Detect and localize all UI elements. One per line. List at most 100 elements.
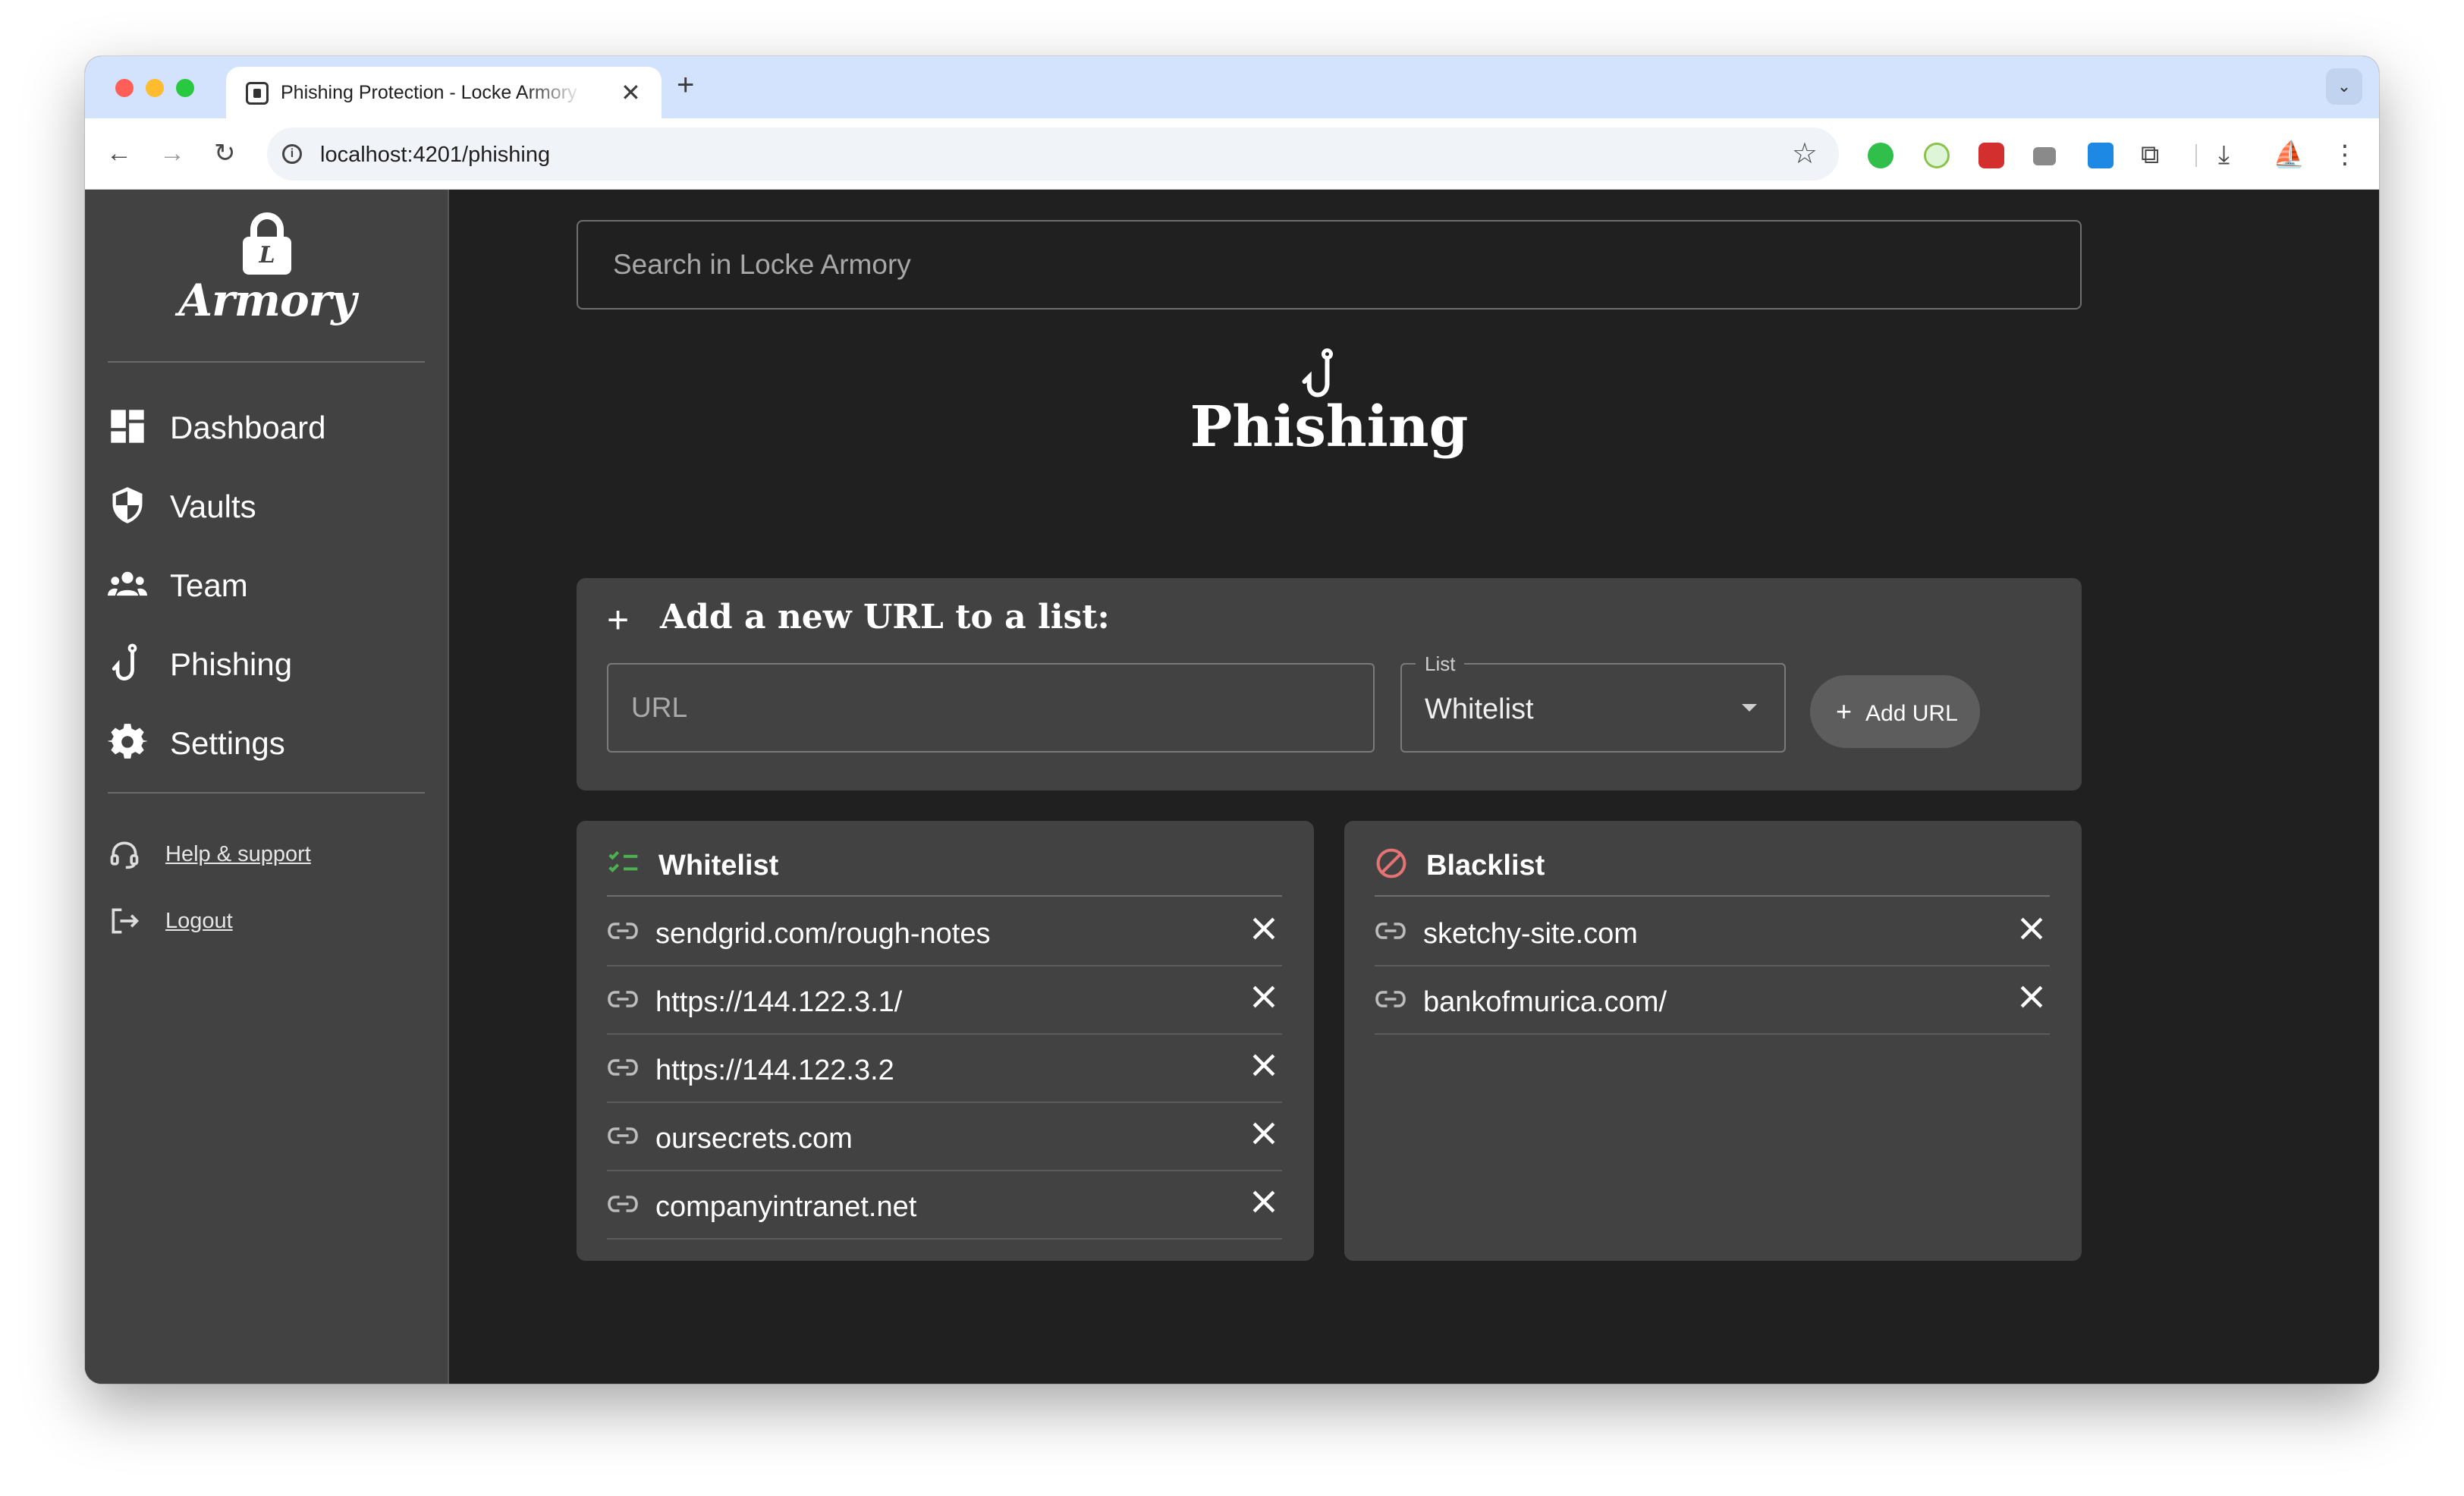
caret-down-icon xyxy=(1742,704,1757,712)
fishhook-icon xyxy=(112,643,137,680)
browser-tab[interactable]: Phishing Protection - Locke Armory ✕ xyxy=(226,67,662,118)
sidebar-divider xyxy=(108,361,425,363)
logo-text: Armory xyxy=(178,275,357,326)
extension-lock-icon[interactable] xyxy=(2088,143,2114,168)
sidebar-item-dashboard[interactable]: Dashboard xyxy=(108,399,426,452)
sidebar-item-label: Vaults xyxy=(170,489,256,524)
add-url-button[interactable]: + Add URL xyxy=(1810,675,1980,748)
padlock-icon: L xyxy=(243,212,291,275)
list-select-label: List xyxy=(1416,652,1465,676)
link-icon xyxy=(608,1127,638,1144)
list-item: sendgrid.com/rough-notes xyxy=(607,898,1282,966)
sidebar-item-phishing[interactable]: Phishing xyxy=(108,636,426,689)
list-item: bankofmurica.com/ xyxy=(1375,966,2050,1035)
address-url[interactable]: localhost:4201/phishing xyxy=(320,143,550,168)
gear-icon xyxy=(108,724,147,759)
logout-icon xyxy=(112,908,140,934)
list-item-url: https://144.122.3.2 xyxy=(655,1054,894,1086)
list-item-url: https://144.122.3.1/ xyxy=(655,986,903,1018)
puzzle-extensions-icon[interactable]: ⧉ xyxy=(2141,137,2159,173)
list-item: sketchy-site.com xyxy=(1375,898,2050,966)
list-item: https://144.122.3.1/ xyxy=(607,966,1282,1035)
link-icon xyxy=(608,1196,638,1212)
browser-window: Phishing Protection - Locke Armory ✕ + ⌄… xyxy=(85,56,2379,1384)
sidebar-item-label: Phishing xyxy=(170,646,293,682)
remove-icon[interactable] xyxy=(1247,912,1281,945)
whitelist-card: Whitelist sendgrid.com/rough-notes https… xyxy=(577,821,1314,1261)
help-support-link[interactable]: Help & support xyxy=(108,833,426,875)
tab-strip: Phishing Protection - Locke Armory ✕ + ⌄ xyxy=(85,56,2379,118)
headset-icon xyxy=(110,841,139,869)
tab-close-icon[interactable]: ✕ xyxy=(621,77,641,108)
address-bar[interactable]: i localhost:4201/phishing ☆ xyxy=(267,127,1839,181)
remove-icon[interactable] xyxy=(1247,980,1281,1014)
extension-shield-icon[interactable] xyxy=(1978,143,2004,168)
tab-search-dropdown[interactable]: ⌄ xyxy=(2326,68,2362,105)
close-window-button[interactable] xyxy=(115,79,134,97)
page-title: Phishing xyxy=(1190,394,1469,460)
plus-icon: + xyxy=(607,599,630,641)
tab-title: Phishing Protection - Locke Armory xyxy=(281,82,577,103)
browser-menu-icon[interactable]: ⋮ xyxy=(2332,137,2358,173)
link-icon xyxy=(608,922,638,939)
help-support-label: Help & support xyxy=(165,842,311,866)
add-url-heading: Add a new URL to a list: xyxy=(660,598,1110,636)
sidebar-item-settings[interactable]: Settings xyxy=(108,715,426,768)
logout-label: Logout xyxy=(165,909,233,933)
sidebar: L Armory Dashboard Vaults Team Phishing … xyxy=(85,190,449,1384)
remove-icon[interactable] xyxy=(1247,1185,1281,1218)
link-icon xyxy=(608,1059,638,1076)
back-button[interactable]: ← xyxy=(106,135,132,171)
sidebar-item-label: Team xyxy=(170,567,248,603)
sidebar-item-label: Settings xyxy=(170,725,285,761)
camera-icon[interactable] xyxy=(2033,147,2056,165)
remove-icon[interactable] xyxy=(2015,912,2048,945)
list-select-value: Whitelist xyxy=(1425,693,1534,725)
block-icon xyxy=(1376,848,1406,878)
toolbar-divider xyxy=(2195,144,2197,167)
list-item-url: oursecrets.com xyxy=(655,1123,853,1155)
list-item: https://144.122.3.2 xyxy=(607,1035,1282,1103)
sailboat-profile-icon[interactable]: ⛵ xyxy=(2273,137,2305,173)
extension-green-icon[interactable] xyxy=(1868,143,1894,168)
list-item-url: sketchy-site.com xyxy=(1423,918,1638,950)
logout-link[interactable]: Logout xyxy=(108,900,426,942)
blacklist-card: Blacklist sketchy-site.com bankofmurica.… xyxy=(1344,821,2082,1261)
remove-icon[interactable] xyxy=(2015,980,2048,1014)
list-item-url: companyintranet.net xyxy=(655,1191,917,1223)
new-tab-button[interactable]: + xyxy=(677,70,694,100)
main-content: Search in Locke Armory Phishing + Add a … xyxy=(449,190,2379,1384)
link-icon xyxy=(1375,991,1406,1007)
remove-icon[interactable] xyxy=(1247,1048,1281,1082)
download-icon[interactable]: ⤓ xyxy=(2218,137,2230,173)
maximize-window-button[interactable] xyxy=(176,79,194,97)
extension-timer-icon[interactable] xyxy=(1924,143,1950,168)
whitelist-title: Whitelist xyxy=(658,850,779,882)
list-item-url: bankofmurica.com/ xyxy=(1423,986,1667,1018)
dashboard-icon xyxy=(111,410,144,443)
app-root: L Armory Dashboard Vaults Team Phishing … xyxy=(85,190,2379,1384)
sidebar-divider xyxy=(108,792,425,794)
armory-logo[interactable]: L Armory xyxy=(161,212,373,326)
forward-button[interactable]: → xyxy=(159,135,185,171)
sidebar-item-label: Dashboard xyxy=(170,410,326,445)
plus-icon: + xyxy=(1836,696,1853,727)
reload-button[interactable]: ↻ xyxy=(214,135,236,171)
remove-icon[interactable] xyxy=(1247,1117,1281,1150)
list-item: oursecrets.com xyxy=(607,1103,1282,1171)
sidebar-item-team[interactable]: Team xyxy=(108,557,426,610)
list-select[interactable]: List Whitelist xyxy=(1400,652,1786,753)
bookmark-star-icon[interactable]: ☆ xyxy=(1792,137,1818,171)
url-input[interactable]: URL xyxy=(607,663,1375,753)
link-icon xyxy=(608,991,638,1007)
minimize-window-button[interactable] xyxy=(146,79,164,97)
search-input[interactable]: Search in Locke Armory xyxy=(577,220,2082,310)
shield-icon xyxy=(112,487,143,523)
list-item-url: sendgrid.com/rough-notes xyxy=(655,918,991,950)
team-icon xyxy=(108,571,147,596)
site-info-icon[interactable]: i xyxy=(282,144,302,164)
browser-toolbar: ← → ↻ i localhost:4201/phishing ☆ ⧉ ⤓ ⛵ … xyxy=(85,118,2379,190)
blacklist-title: Blacklist xyxy=(1426,850,1545,882)
sidebar-item-vaults[interactable]: Vaults xyxy=(108,478,426,531)
blacklist-header: Blacklist xyxy=(1375,844,2050,897)
